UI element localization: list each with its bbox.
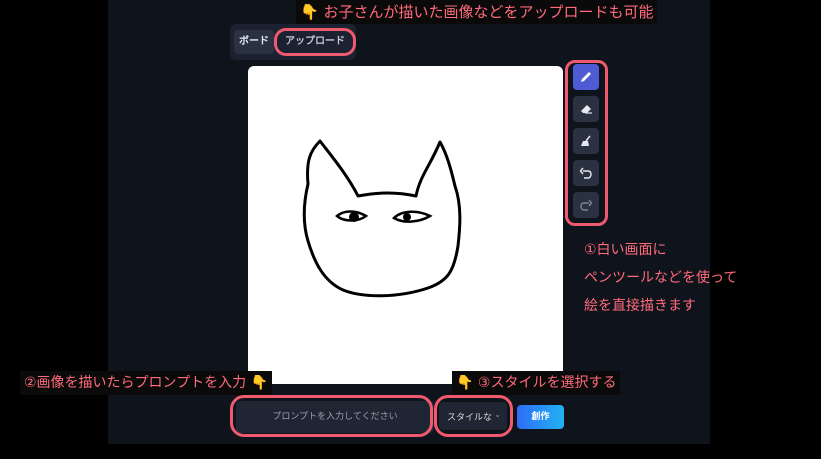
tab-board[interactable]: ボード <box>234 30 274 54</box>
prompt-highlight <box>230 395 433 437</box>
pointing-hand-icon: 👇 <box>250 375 269 391</box>
cat-sketch <box>302 139 462 298</box>
pointing-hand-icon: 👇 <box>300 3 319 21</box>
upload-annotation-text: お子さんが描いた画像などをアップロードも可能 <box>323 3 654 21</box>
upload-annotation: 👇 お子さんが描いた画像などをアップロードも可能 <box>296 0 658 24</box>
drawing-canvas[interactable] <box>248 66 563 384</box>
pointing-hand-icon: 👇 <box>456 375 474 391</box>
toolbar-highlight <box>565 60 608 226</box>
toolbar-annotation-line-2: ペンツールなどを使って <box>584 270 738 286</box>
toolbar-annotation-line-1: ①白い画面に <box>584 242 667 258</box>
create-button[interactable]: 創作 <box>517 405 564 429</box>
prompt-annotation: ②画像を描いたらプロンプトを入力 👇 <box>20 371 273 395</box>
upload-tab-highlight <box>274 28 356 56</box>
style-annotation: 👇 ③スタイルを選択する <box>452 371 621 395</box>
toolbar-annotation: ①白い画面に ペンツールなどを使って 絵を直接描きます <box>584 236 737 320</box>
toolbar-annotation-line-3: 絵を直接描きます <box>584 298 696 314</box>
style-annotation-text: ③スタイルを選択する <box>477 375 617 391</box>
prompt-annotation-text: ②画像を描いたらプロンプトを入力 <box>24 375 247 391</box>
style-highlight <box>434 395 513 437</box>
